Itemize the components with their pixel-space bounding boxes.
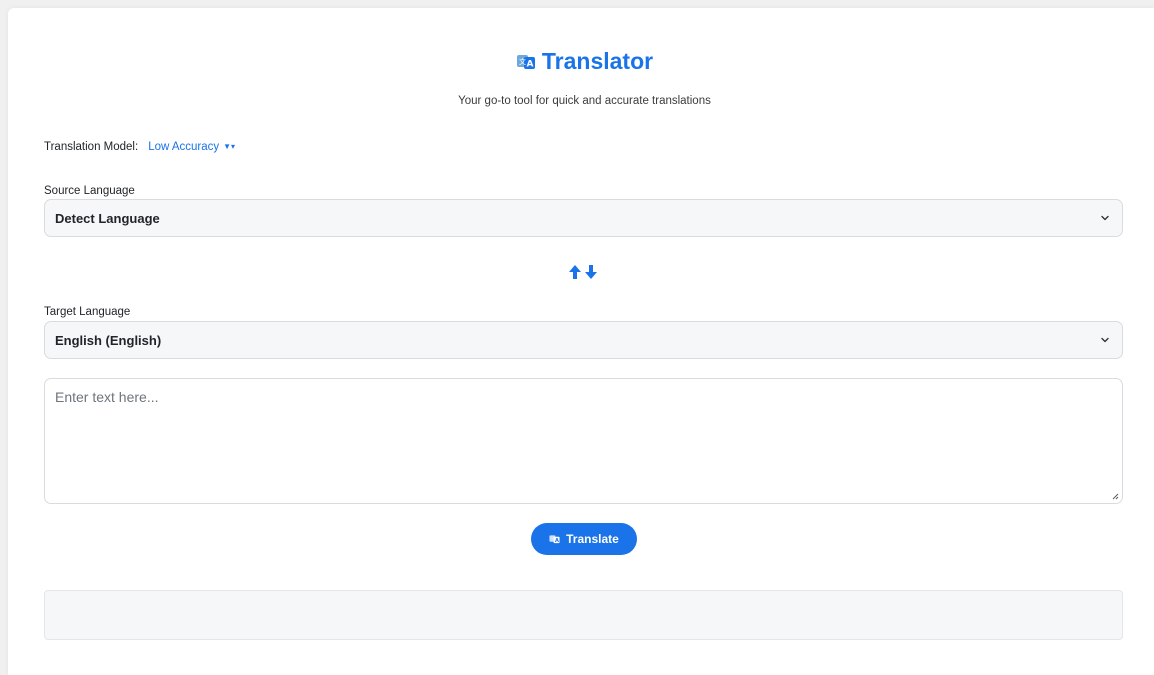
translator-card: 文 A Translator Your go-to tool for quick… [8,8,1154,675]
source-language-select[interactable]: Detect Language [44,199,1123,237]
swap-arrows-icon [568,265,597,279]
svg-text:A: A [526,59,533,69]
chevron-down-icon [1101,215,1109,221]
page-title: Translator [541,48,654,74]
target-language-select[interactable]: English (English) [44,321,1123,359]
swap-languages [44,264,1125,280]
svg-text:A: A [555,538,559,544]
source-text-placeholder: Enter text here... [55,389,159,405]
source-language-label: Source Language [44,185,135,197]
source-language-value: Detect Language [55,210,160,226]
model-label: Translation Model: [44,141,139,153]
swap-languages-button[interactable] [567,264,603,280]
target-language-value: English (English) [55,332,162,348]
translate-button[interactable]: A Translate [531,523,637,555]
resize-handle-icon[interactable] [1111,492,1119,500]
svg-text:文: 文 [519,57,526,66]
header: 文 A Translator [44,48,1125,75]
chevron-down-icon [1101,337,1109,343]
model-selector-row: Translation Model: Low Accuracy ▼▾ [44,141,235,153]
translator-content: 文 A Translator Your go-to tool for quick… [44,8,1125,675]
caret-down-icon: ▼▾ [223,142,236,151]
translate-icon: A [549,534,560,544]
translate-icon: 文 A [516,54,535,69]
translate-button-label: Translate [566,532,619,546]
model-selected-value: Low Accuracy [148,141,220,153]
page-subtitle: Your go-to tool for quick and accurate t… [458,95,711,107]
translation-output [44,590,1123,640]
source-text-input[interactable]: Enter text here... [44,378,1123,504]
target-language-label: Target Language [44,306,131,318]
model-dropdown[interactable]: Low Accuracy ▼▾ [148,141,235,153]
